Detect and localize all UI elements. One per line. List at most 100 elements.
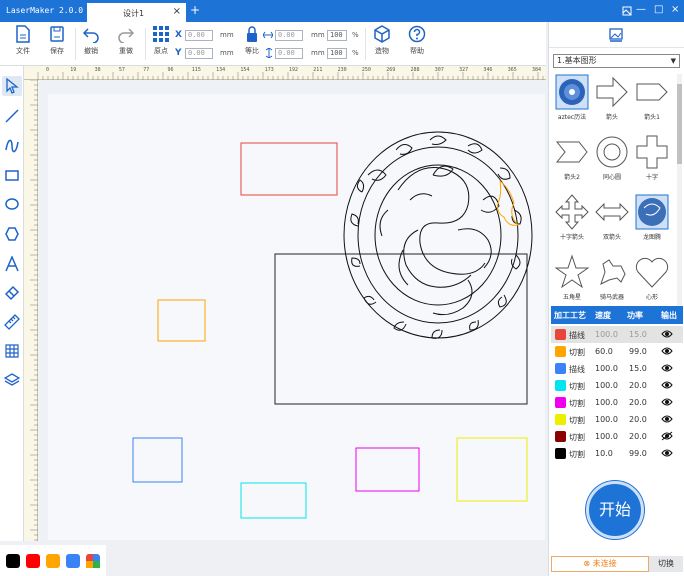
layer-speed[interactable]: 100.0 xyxy=(595,415,618,424)
layer-mode[interactable]: 切割 xyxy=(569,381,585,392)
eye-icon[interactable] xyxy=(661,380,673,390)
width-input[interactable]: 0.00 xyxy=(275,30,303,41)
tab-close-icon[interactable]: × xyxy=(173,6,181,17)
eye-icon[interactable] xyxy=(661,448,673,458)
shape-category-select[interactable]: 1.基本图形 ▼ xyxy=(553,54,680,68)
color-swatch-red[interactable] xyxy=(26,554,40,568)
layer-power[interactable]: 99.0 xyxy=(629,449,647,458)
layer-speed[interactable]: 100.0 xyxy=(595,432,618,441)
image-library-icon[interactable] xyxy=(609,28,623,42)
magenta-rectangle[interactable] xyxy=(355,447,420,492)
shape-heart[interactable]: 心形 xyxy=(633,254,671,308)
undo-button[interactable]: 撤销 xyxy=(76,25,106,63)
shape-double-arrow[interactable]: 双箭头 xyxy=(593,194,631,248)
eye-icon[interactable] xyxy=(661,363,673,373)
start-button[interactable]: 开始 xyxy=(586,481,644,539)
layer-row[interactable]: 切割 100.0 20.0 xyxy=(551,411,683,428)
orange-flame-shape[interactable] xyxy=(497,180,520,226)
shape-arrow2[interactable]: 箭头2 xyxy=(553,134,591,188)
layer-speed[interactable]: 100.0 xyxy=(595,330,618,339)
ellipse-tool[interactable] xyxy=(2,194,22,214)
orange-rectangle[interactable] xyxy=(157,299,206,342)
select-tool[interactable] xyxy=(2,76,22,96)
lock-ratio-button[interactable]: 等比 xyxy=(238,25,266,63)
maximize-button[interactable]: □ xyxy=(654,4,663,15)
help-button[interactable]: 帮助 xyxy=(402,25,432,63)
redo-button[interactable]: 重做 xyxy=(111,25,141,63)
eye-off-icon[interactable] xyxy=(661,431,673,441)
eraser-tool[interactable] xyxy=(2,283,22,303)
layer-power[interactable]: 20.0 xyxy=(629,432,647,441)
layer-color-swatch[interactable] xyxy=(555,363,566,374)
layer-row[interactable]: 描线 100.0 15.0 xyxy=(551,326,683,343)
scroll-thumb[interactable] xyxy=(677,84,682,164)
layer-mode[interactable]: 描线 xyxy=(569,330,585,341)
switch-button[interactable]: 切换 xyxy=(649,556,683,572)
layer-row[interactable]: 切割 10.0 99.0 xyxy=(551,445,683,462)
layer-color-swatch[interactable] xyxy=(555,380,566,391)
layer-power[interactable]: 15.0 xyxy=(629,330,647,339)
y-position-input[interactable]: 0.00 xyxy=(185,48,213,59)
layer-mode[interactable]: 切割 xyxy=(569,398,585,409)
layer-mode[interactable]: 切割 xyxy=(569,347,585,358)
height-percent-input[interactable]: 100 xyxy=(327,48,347,59)
array-tool[interactable] xyxy=(2,341,22,361)
gallery-scrollbar[interactable] xyxy=(677,74,682,310)
layer-color-swatch[interactable] xyxy=(555,448,566,459)
shape-aztec[interactable]: aztec历法 xyxy=(553,74,591,128)
shape-cross-arrow[interactable]: 十字箭头 xyxy=(553,194,591,248)
blue-rectangle[interactable] xyxy=(132,437,183,483)
color-swatch-orange[interactable] xyxy=(46,554,60,568)
shape-horse[interactable]: 骑马武器 xyxy=(593,254,631,308)
layer-speed[interactable]: 100.0 xyxy=(595,364,618,373)
rectangle-tool[interactable] xyxy=(2,165,22,185)
layers-tool[interactable] xyxy=(2,370,22,390)
close-window-button[interactable]: × xyxy=(671,4,679,15)
layer-speed[interactable]: 10.0 xyxy=(595,449,613,458)
shape-arrow[interactable]: 箭头 xyxy=(593,74,631,128)
layer-mode[interactable]: 描线 xyxy=(569,364,585,375)
text-tool[interactable] xyxy=(2,254,22,274)
layer-color-swatch[interactable] xyxy=(555,431,566,442)
eye-icon[interactable] xyxy=(661,414,673,424)
color-swatch-blue[interactable] xyxy=(66,554,80,568)
layer-power[interactable]: 20.0 xyxy=(629,415,647,424)
more-colors-swatch[interactable] xyxy=(86,554,100,568)
eye-icon[interactable] xyxy=(661,346,673,356)
layer-color-swatch[interactable] xyxy=(555,397,566,408)
eye-icon[interactable] xyxy=(661,397,673,407)
shape-dragon[interactable]: 龙图腾 xyxy=(633,194,671,248)
save-button[interactable]: 保存 xyxy=(42,25,72,63)
eye-icon[interactable] xyxy=(661,329,673,339)
shape-concentric[interactable]: 同心圆 xyxy=(593,134,631,188)
shape-cross[interactable]: 十字 xyxy=(633,134,671,188)
shape-arrow1[interactable]: 箭头1 xyxy=(633,74,671,128)
build-button[interactable]: 造物 xyxy=(367,25,397,63)
layer-power[interactable]: 99.0 xyxy=(629,347,647,356)
layer-power[interactable]: 20.0 xyxy=(629,381,647,390)
layer-speed[interactable]: 100.0 xyxy=(595,398,618,407)
layer-color-swatch[interactable] xyxy=(555,414,566,425)
polygon-tool[interactable] xyxy=(2,224,22,244)
layer-color-swatch[interactable] xyxy=(555,329,566,340)
layer-speed[interactable]: 60.0 xyxy=(595,347,613,356)
layer-row[interactable]: 切割 60.0 99.0 xyxy=(551,343,683,360)
layer-speed[interactable]: 100.0 xyxy=(595,381,618,390)
yellow-rectangle[interactable] xyxy=(456,437,528,502)
width-percent-input[interactable]: 100 xyxy=(327,30,347,41)
red-rectangle[interactable] xyxy=(240,142,338,196)
layer-mode[interactable]: 切割 xyxy=(569,432,585,443)
line-tool[interactable] xyxy=(2,106,22,126)
dragon-medallion[interactable] xyxy=(343,131,533,339)
shape-star[interactable]: 五角星 xyxy=(553,254,591,308)
layer-mode[interactable]: 切割 xyxy=(569,449,585,460)
minimize-button[interactable]: — xyxy=(636,4,646,15)
screenshot-icon[interactable] xyxy=(622,6,632,16)
file-button[interactable]: 文件 xyxy=(8,25,38,63)
layer-row[interactable]: 切割 100.0 20.0 xyxy=(551,394,683,411)
measure-tool[interactable] xyxy=(2,312,22,332)
design-canvas[interactable] xyxy=(38,80,546,541)
layer-power[interactable]: 15.0 xyxy=(629,364,647,373)
tab-design1[interactable]: 设计1 × xyxy=(87,3,186,22)
layer-row[interactable]: 描线 100.0 15.0 xyxy=(551,360,683,377)
